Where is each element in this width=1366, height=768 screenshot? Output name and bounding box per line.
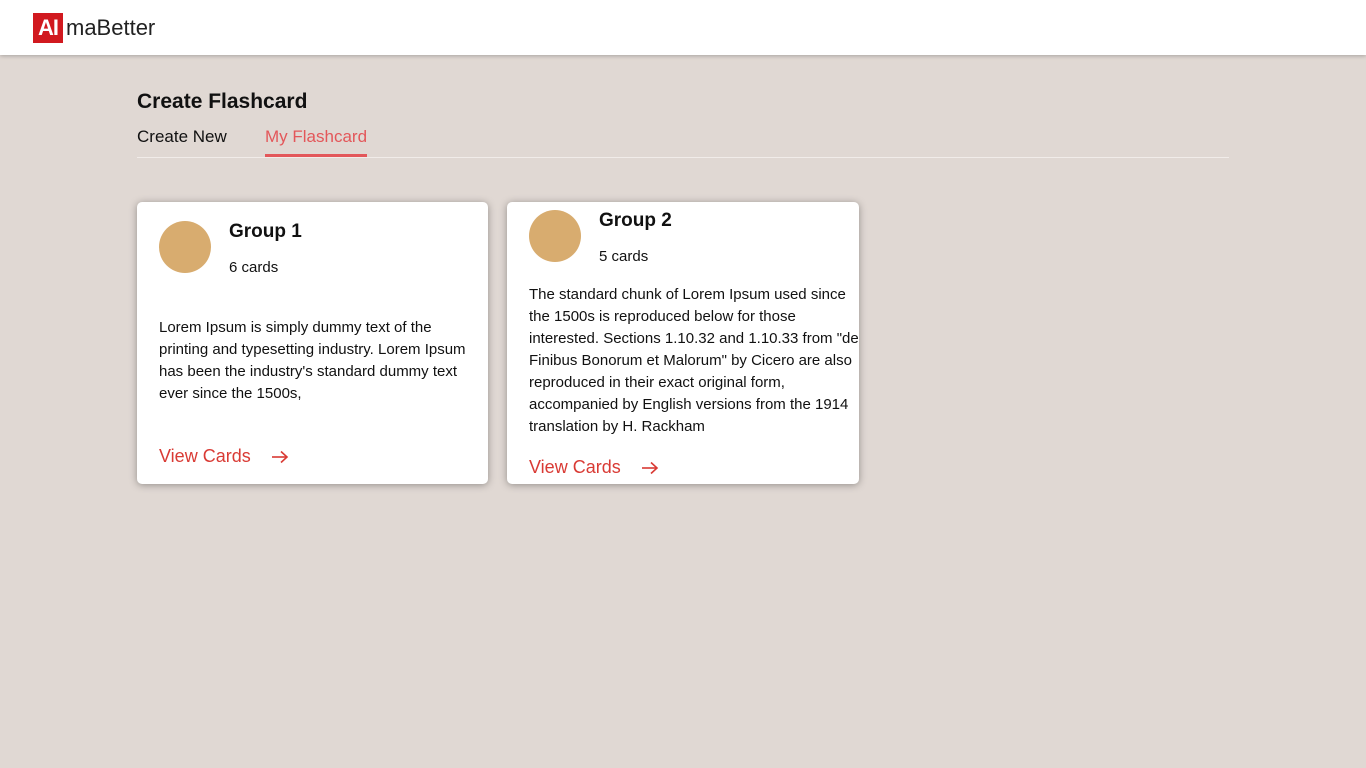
group-avatar <box>159 221 211 273</box>
group-title: Group 2 <box>599 210 672 231</box>
tab-bar: Create New My Flashcard <box>137 126 1229 158</box>
arrow-right-icon <box>641 461 658 474</box>
top-header: AI maBetter <box>0 0 1366 55</box>
view-cards-label: View Cards <box>159 446 251 466</box>
group-avatar <box>529 210 581 262</box>
flashcard-group-card: Group 2 5 cards The standard chunk of Lo… <box>507 202 859 484</box>
group-title: Group 1 <box>229 221 302 242</box>
page-title: Create Flashcard <box>137 90 308 113</box>
view-cards-link[interactable]: View Cards <box>529 457 659 478</box>
view-cards-link[interactable]: View Cards <box>159 446 289 467</box>
logo-text: maBetter <box>66 15 156 40</box>
tab-my-flashcard[interactable]: My Flashcard <box>265 126 368 157</box>
arrow-right-icon <box>271 450 288 463</box>
almabetter-logo[interactable]: AI maBetter <box>33 13 155 43</box>
tab-create-new[interactable]: Create New <box>137 126 227 157</box>
group-card-count: 5 cards <box>599 248 649 265</box>
flashcard-group-card: Group 1 6 cards Lorem Ipsum is simply du… <box>137 202 488 484</box>
view-cards-label: View Cards <box>529 457 621 477</box>
group-description: The standard chunk of Lorem Ipsum used s… <box>529 286 859 435</box>
group-description: Lorem Ipsum is simply dummy text of the … <box>159 319 466 402</box>
logo-badge: AI <box>33 13 63 43</box>
group-card-count: 6 cards <box>229 259 279 276</box>
